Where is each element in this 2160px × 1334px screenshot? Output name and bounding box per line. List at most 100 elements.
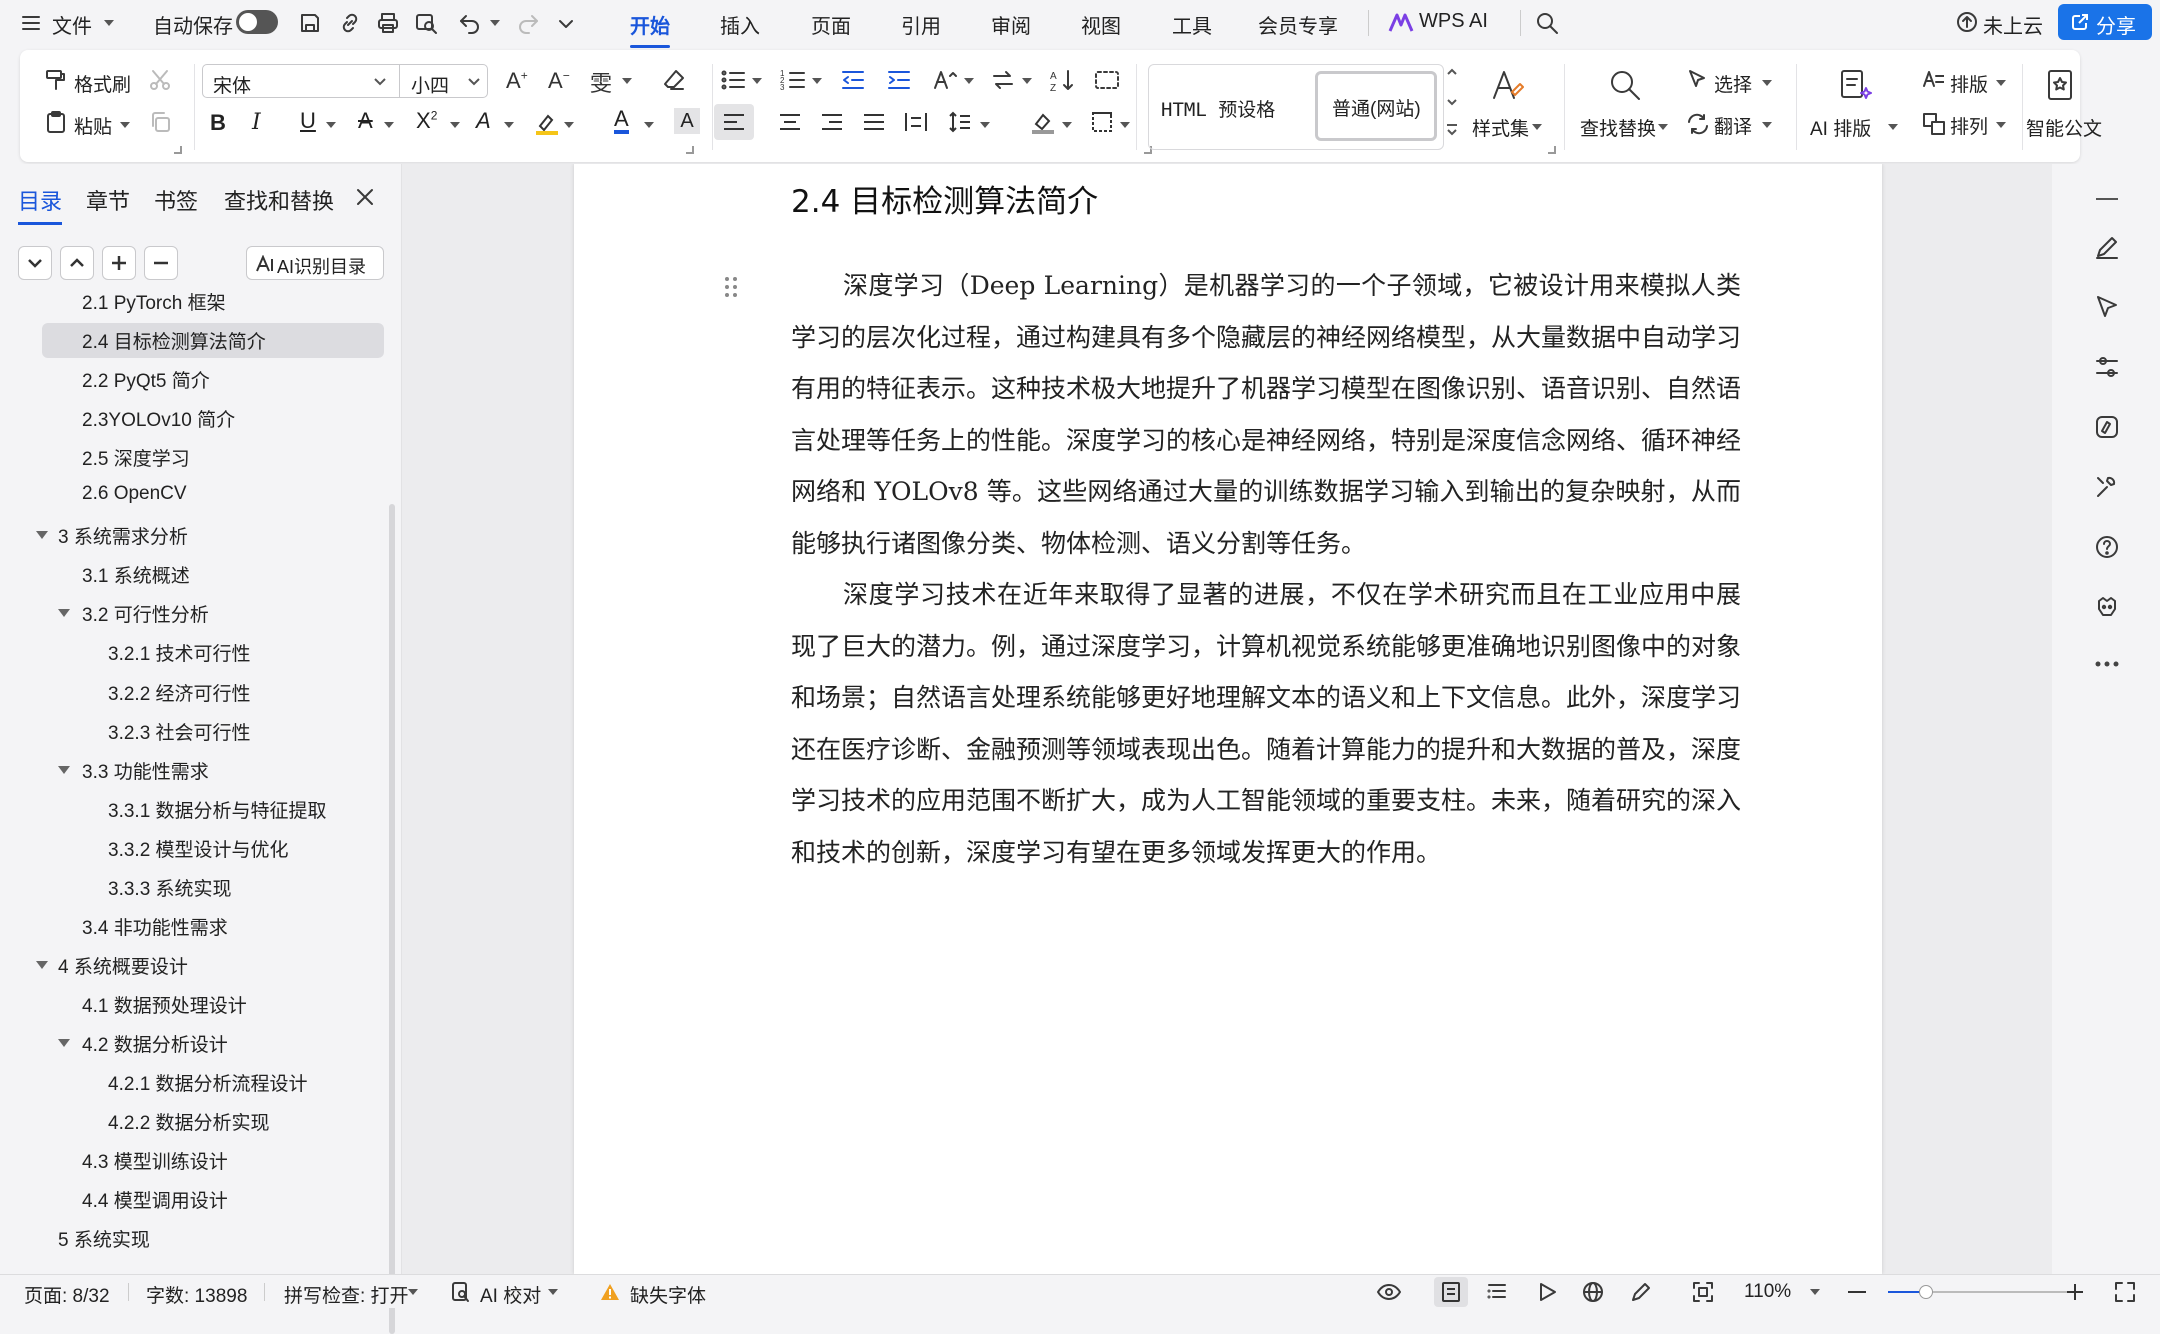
bold-icon[interactable]: B [210,110,226,136]
chevron-down-icon[interactable] [964,78,974,84]
play-icon[interactable] [1536,1281,1558,1303]
smart-doc-button[interactable]: 智能公文 [2026,114,2102,141]
typeset-button[interactable]: 排版 [1950,70,1988,97]
phonetic-guide-icon[interactable]: 雯 [590,66,612,98]
section-heading[interactable]: 2.4 目标检测算法简介 [791,176,1098,221]
chevron-down-icon[interactable] [752,78,762,84]
collapse-down-button[interactable] [18,246,52,280]
zoom-out-icon[interactable] [1848,1291,1866,1293]
wps-ai-icon[interactable] [1388,11,1414,35]
toc-item[interactable]: 3.2 可行性分析 [82,600,209,627]
page-indicator[interactable]: 页面: 8/32 [24,1281,110,1308]
toc-item[interactable]: 3.1 系统概述 [82,561,190,588]
font-select[interactable]: 宋体 小四 [202,64,488,98]
pointer-icon[interactable] [2094,294,2120,320]
chevron-down-icon[interactable] [467,76,481,88]
cloud-upload-icon[interactable] [1955,10,1979,34]
style-set-icon[interactable] [1490,68,1524,102]
toc-scrollbar[interactable] [389,504,395,1334]
select-cursor-icon[interactable] [1686,68,1708,90]
close-icon[interactable] [354,186,376,208]
italic-icon[interactable]: I [252,110,261,135]
shrink-font-icon[interactable]: A− [548,68,570,94]
tab-view[interactable]: 视图 [1081,10,1121,39]
hamburger-icon[interactable] [20,12,42,34]
word-count[interactable]: 字数: 13898 [146,1281,247,1308]
gallery-scroll-down-icon[interactable] [1446,96,1458,108]
text-direction-icon[interactable] [932,68,958,92]
toc-item[interactable]: 4.4 模型调用设计 [82,1186,228,1213]
expand-toggle-icon[interactable] [58,609,70,618]
toc-item[interactable]: 2.3YOLOv10 简介 [82,405,235,432]
numbered-list-icon[interactable]: 123 [780,68,806,92]
translate-icon[interactable] [1686,112,1710,136]
zoom-level[interactable]: 110% [1744,1281,1791,1303]
cloud-status[interactable]: 未上云 [1983,10,2043,39]
tab-reference[interactable]: 引用 [901,10,941,39]
convert-icon[interactable] [990,68,1016,92]
toc-item[interactable]: 3.3.3 系统实现 [108,874,232,901]
bullet-list-icon[interactable] [720,68,746,92]
wps-ai-tab[interactable]: WPS AI [1419,10,1488,33]
toc-item[interactable]: 3 系统需求分析 [58,522,188,549]
toc-item[interactable]: 3.2.3 社会可行性 [108,718,251,745]
more-icon[interactable] [2094,660,2120,668]
cut-icon[interactable] [148,68,172,92]
increase-indent-icon[interactable] [886,68,912,92]
decrease-indent-icon[interactable] [840,68,866,92]
typeset-icon[interactable] [1922,68,1944,90]
tab-review[interactable]: 审阅 [991,10,1031,39]
write-icon[interactable] [1630,1281,1652,1303]
chevron-down-icon[interactable] [104,20,114,26]
font-color-icon[interactable]: A [614,106,629,134]
toc-item[interactable]: 4.2.2 数据分析实现 [108,1108,270,1135]
distributed-icon[interactable] [904,110,928,134]
undo-icon[interactable] [458,11,482,35]
expand-toggle-icon[interactable] [58,1038,70,1047]
expand-toggle-icon[interactable] [58,765,70,774]
quick-access-more-icon[interactable] [556,14,576,34]
toc-item[interactable]: 4.2 数据分析设计 [82,1030,228,1057]
tab-insert[interactable]: 插入 [720,10,760,39]
show-marks-icon[interactable] [1094,68,1120,92]
web-view-icon[interactable] [1582,1281,1604,1303]
drag-handle-icon[interactable] [724,276,738,298]
document-page[interactable]: 2.4 目标检测算法简介 深度学习（Deep Learning）是机器学习的一个… [574,164,1882,1274]
autosave-toggle[interactable] [236,10,278,34]
char-shading-icon[interactable]: A [674,108,700,134]
save-icon[interactable] [298,11,322,35]
chevron-down-icon[interactable] [1996,122,2006,128]
gallery-scroll-up-icon[interactable] [1446,66,1458,78]
toc-item[interactable]: 3.4 非功能性需求 [82,913,228,940]
toc-item[interactable]: 3.3.2 模型设计与优化 [108,835,289,862]
ai-check-icon[interactable] [450,1281,470,1303]
chevron-down-icon[interactable] [980,122,990,128]
smart-doc-icon[interactable] [2044,68,2078,102]
expand-toggle-icon[interactable] [36,960,48,969]
toc-item[interactable]: 2.5 深度学习 [82,444,190,471]
select-button[interactable]: 选择 [1714,70,1752,97]
file-menu[interactable]: 文件 [52,10,92,39]
arrange-button[interactable]: 排列 [1950,112,1988,139]
borders-icon[interactable] [1090,110,1114,134]
toc-item[interactable]: 3.2.1 技术可行性 [108,639,251,666]
expand-icon[interactable] [1548,146,1556,154]
toc-item[interactable]: 4 系统概要设计 [58,952,188,979]
chevron-down-icon[interactable] [120,122,130,128]
strikethrough-icon[interactable]: A [358,108,373,134]
style-html-preset[interactable]: HTML 预设格 [1161,95,1275,122]
chevron-down-icon[interactable] [812,78,822,84]
chevron-down-icon[interactable] [326,122,336,128]
gallery-more-icon[interactable] [1446,122,1458,138]
tab-bookmarks[interactable]: 书签 [154,184,198,216]
chevron-down-icon[interactable] [1120,122,1130,128]
chevron-down-icon[interactable] [1762,80,1772,86]
outline-view-icon[interactable] [1486,1281,1508,1303]
zoom-in-icon[interactable] [2066,1283,2084,1301]
chevron-down-icon[interactable] [644,122,654,128]
chevron-down-icon[interactable] [1888,124,1898,130]
toc-item[interactable]: 3.3 功能性需求 [82,757,209,784]
chevron-down-icon[interactable] [1658,124,1668,130]
toc-item[interactable]: 4.1 数据预处理设计 [82,991,247,1018]
chevron-down-icon[interactable] [622,78,632,84]
